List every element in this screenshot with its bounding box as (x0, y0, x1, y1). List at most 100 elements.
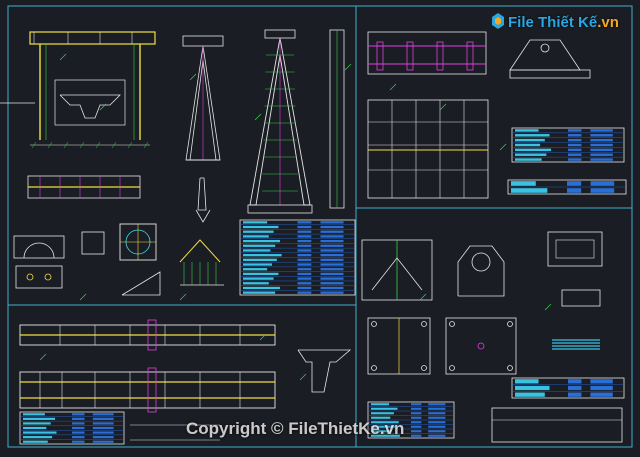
table-cell-text (428, 421, 446, 424)
table-cell-text (320, 282, 344, 285)
table-cell-text (72, 426, 85, 430)
dimension-tick (254, 113, 262, 121)
table-cell-text (590, 158, 613, 161)
table-cell-text (320, 239, 344, 243)
table-cell-text (297, 263, 312, 266)
table-cell-text (92, 431, 114, 434)
table-cell-text (320, 272, 344, 276)
table-cell-text (320, 277, 344, 280)
bolt-hole (421, 365, 427, 371)
table-cell-text (515, 158, 542, 161)
tower-foot (197, 177, 207, 211)
table-cell-text (72, 417, 85, 420)
table-cell-text (320, 268, 344, 271)
brand-logo-icon (492, 13, 504, 29)
table-cell-text (320, 286, 344, 290)
bearing-detail (13, 235, 65, 259)
table-cell-text (411, 434, 422, 437)
girder-section (297, 349, 352, 393)
table-cell-text (371, 407, 398, 410)
table-cell-text (320, 221, 344, 224)
table-cell-text (297, 249, 312, 252)
table-cell-text (371, 403, 390, 406)
bearing-plan (15, 265, 63, 289)
girder-plan (19, 371, 276, 409)
table-cell-text (297, 254, 312, 257)
table-cell-text (515, 134, 550, 137)
table-cell-text (568, 143, 582, 147)
table-cell-text (428, 434, 446, 437)
bolt-hole (449, 365, 455, 371)
dimension-tick (79, 293, 87, 301)
truss-elevation (367, 31, 487, 75)
table-cell-text (590, 385, 613, 391)
table-cell-text (411, 421, 422, 424)
table-cell-text (590, 148, 613, 152)
table-cell-text (320, 225, 344, 229)
table-cell-text (590, 134, 613, 137)
brand-name: File Thiết Kế (508, 14, 598, 31)
table-cell-text (428, 416, 446, 419)
truss-plan (367, 99, 489, 199)
table-cell-text (92, 426, 114, 430)
table-cell-text (428, 430, 446, 433)
pylon-base (509, 69, 591, 79)
table-cell-text (590, 379, 613, 384)
table-cell-text (511, 188, 548, 193)
table-cell-text (72, 436, 85, 439)
table-cell-text (515, 153, 547, 156)
tower-anchor (195, 209, 211, 223)
table-cell-text (92, 440, 114, 443)
lug-inner (555, 239, 595, 259)
table-cell-text (515, 148, 552, 152)
table-cell-text (243, 286, 281, 290)
table-cell-text (568, 138, 582, 142)
table-cell-text (297, 268, 312, 271)
table-cell-text (297, 225, 312, 229)
table-cell-text (515, 138, 545, 142)
table-cell-text (568, 379, 582, 384)
table-cell-text (297, 239, 312, 243)
table-cell-text (428, 403, 446, 406)
brand-watermark-top: File Thiết Kế.vn (508, 14, 619, 31)
dimension-tick (389, 83, 397, 91)
table-cell-text (428, 425, 446, 428)
table-cell-text (23, 413, 45, 416)
table-cell-text (243, 244, 276, 247)
dimension-tick (419, 293, 427, 301)
table-cell-text (568, 129, 582, 132)
table-cell-text (320, 291, 344, 294)
plate-center (477, 342, 485, 350)
table-cell-text (590, 129, 613, 132)
bearing-arc (23, 242, 55, 259)
bolt-hole (507, 321, 513, 327)
table-cell-text (297, 235, 312, 238)
dimension-tick (299, 373, 307, 381)
table-cell-text (320, 235, 344, 238)
table-cell-text (371, 412, 394, 415)
table-cell-text (590, 138, 613, 142)
table-cell-text (567, 188, 582, 193)
table-cell-text (590, 153, 613, 156)
pylon-head (509, 39, 581, 71)
dimension-tick (344, 63, 352, 71)
table-cell-text (568, 392, 582, 397)
table-cell-text (411, 425, 422, 428)
table-cell-text (243, 268, 268, 271)
table-cell-text (72, 413, 85, 416)
pin-hole-large (471, 252, 491, 272)
table-cell-text (320, 254, 344, 257)
table-cell-text (568, 385, 582, 391)
dimension-tick (189, 73, 197, 81)
table-cell-text (243, 277, 274, 280)
table-cell-text (320, 249, 344, 252)
table-cell-text (243, 282, 269, 285)
table-cell-text (515, 143, 541, 147)
table-cell-text (568, 148, 582, 152)
table-cell-text (411, 407, 422, 410)
table-cell-text (411, 416, 422, 419)
bridge-section (59, 94, 121, 119)
table-cell-text (515, 392, 545, 397)
dimension-tick (59, 53, 67, 61)
table-cell-text (590, 143, 613, 147)
